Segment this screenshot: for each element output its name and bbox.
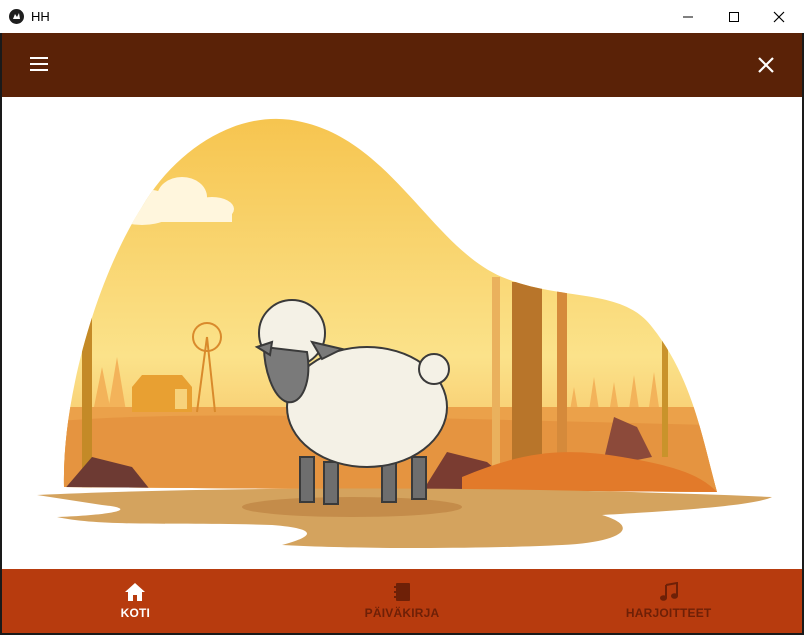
app-logo-icon bbox=[9, 9, 24, 24]
menu-button[interactable] bbox=[28, 53, 50, 75]
app-window: HH KOTI PÄIVÄKIRJA HARJOITTEET bbox=[0, 0, 804, 635]
minimize-button[interactable] bbox=[665, 0, 711, 33]
maximize-button[interactable] bbox=[711, 0, 757, 33]
home-content bbox=[2, 97, 802, 569]
close-button[interactable] bbox=[754, 53, 778, 77]
nav-item-koti[interactable]: KOTI bbox=[2, 569, 269, 633]
title-bar: HH bbox=[0, 0, 804, 34]
minimize-icon bbox=[683, 16, 693, 17]
maximize-icon bbox=[729, 11, 739, 22]
window-close-icon bbox=[773, 11, 785, 22]
nav-item-paivakirja[interactable]: PÄIVÄKIRJA bbox=[269, 569, 536, 633]
nav-label-koti: KOTI bbox=[120, 606, 151, 620]
nav-item-harjoitteet[interactable]: HARJOITTEET bbox=[535, 569, 802, 633]
music-note-icon bbox=[659, 582, 678, 601]
home-icon bbox=[125, 583, 146, 601]
ground-shadow bbox=[242, 497, 462, 517]
window-close-button[interactable] bbox=[756, 0, 802, 33]
menu-icon bbox=[30, 57, 48, 71]
nav-label-harjoitteet: HARJOITTEET bbox=[625, 606, 712, 620]
notebook-icon bbox=[394, 583, 410, 601]
app-bar bbox=[2, 33, 802, 97]
barn bbox=[132, 375, 192, 412]
nav-label-paivakirja: PÄIVÄKIRJA bbox=[364, 606, 440, 620]
close-icon bbox=[758, 57, 774, 73]
farm-sheep-illustration bbox=[37, 118, 772, 548]
bottom-navigation: KOTI PÄIVÄKIRJA HARJOITTEET bbox=[2, 569, 802, 633]
window-border-left bbox=[0, 33, 2, 635]
window-title: HH bbox=[31, 9, 50, 24]
ground-path bbox=[37, 488, 772, 548]
